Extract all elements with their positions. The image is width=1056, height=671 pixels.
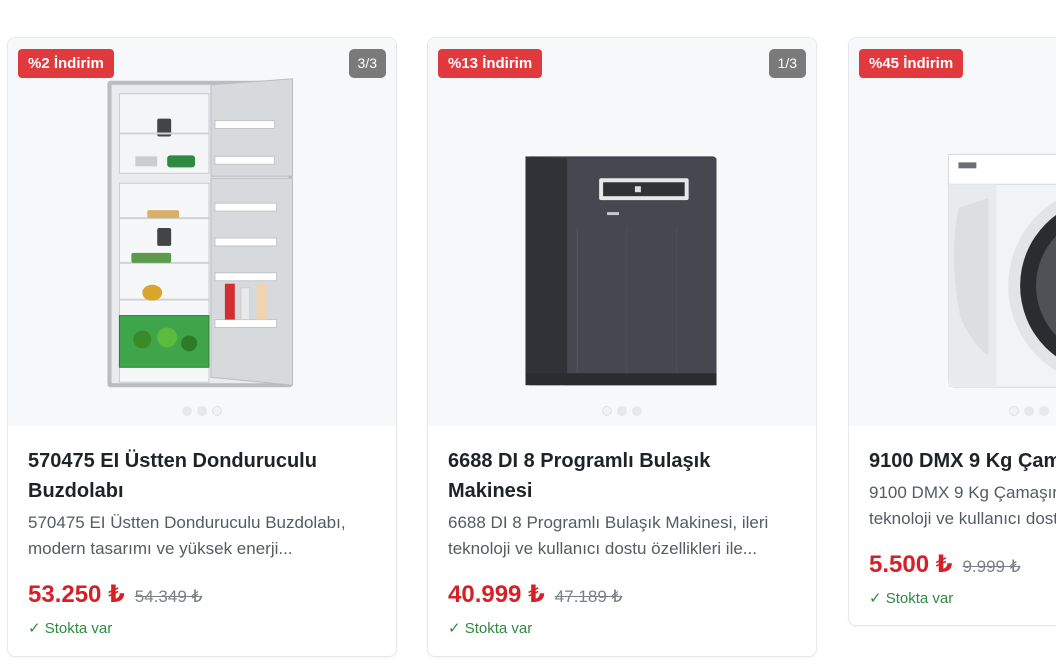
dishwasher-icon	[525, 156, 717, 386]
image-dots	[1009, 406, 1049, 416]
image-dot[interactable]	[632, 406, 642, 416]
stock-status: ✓ Stokta var	[28, 620, 113, 637]
image-dot[interactable]	[212, 406, 222, 416]
price-row: 40.999 ₺ 47.189 ₺	[448, 580, 798, 609]
product-card[interactable]: %13 İndirim 1/3 6688 DI 8 Programlı Bula…	[427, 37, 817, 657]
stock-status: ✓ Stokta var	[448, 620, 533, 637]
current-price: 5.500 ₺	[869, 551, 953, 578]
discount-badge: %45 İndirim	[859, 49, 964, 78]
product-card[interactable]: %45 İndirim 9100 DMX 9 Kg Çamaşır Makine…	[848, 37, 1056, 626]
current-price: 53.250 ₺	[28, 581, 125, 608]
image-dot[interactable]	[1009, 406, 1019, 416]
product-carousel: %2 İndirim 3/3 570475 EI Üstten Donduruc…	[0, 0, 1056, 671]
image-counter: 3/3	[348, 49, 386, 78]
current-price: 40.999 ₺	[448, 581, 545, 608]
image-dot[interactable]	[182, 406, 192, 416]
discount-badge: %2 İndirim	[18, 49, 114, 78]
price-row: 5.500 ₺ 9.999 ₺	[869, 550, 1056, 579]
image-dots	[182, 406, 222, 416]
product-card[interactable]: %2 İndirim 3/3 570475 EI Üstten Donduruc…	[7, 37, 397, 657]
product-title[interactable]: 9100 DMX 9 Kg Çamaşır Makinesi	[869, 446, 1056, 476]
product-description: 570475 EI Üstten Donduruculu Buzdolabı, …	[28, 513, 346, 558]
product-description: 9100 DMX 9 Kg Çamaşır Makinesi, ileri te…	[869, 483, 1056, 528]
stock-status: ✓ Stokta var	[869, 590, 954, 607]
image-dot[interactable]	[197, 406, 207, 416]
image-dot[interactable]	[617, 406, 627, 416]
price-row: 53.250 ₺ 54.349 ₺	[28, 580, 378, 609]
product-title[interactable]: 6688 DI 8 Programlı Bulaşık Makinesi	[448, 446, 798, 506]
product-image-area[interactable]: %2 İndirim 3/3	[8, 38, 396, 426]
product-info: 6688 DI 8 Programlı Bulaşık Makinesi 668…	[448, 446, 798, 637]
image-counter: 1/3	[768, 49, 806, 78]
washing-machine-icon	[947, 153, 1056, 388]
image-dot[interactable]	[602, 406, 612, 416]
discount-badge: %13 İndirim	[438, 49, 543, 78]
old-price: 54.349 ₺	[134, 587, 203, 606]
product-image-area[interactable]: %13 İndirim 1/3	[428, 38, 816, 426]
image-dot[interactable]	[1024, 406, 1034, 416]
product-title[interactable]: 570475 EI Üstten Donduruculu Buzdolabı	[28, 446, 378, 506]
image-dot[interactable]	[1039, 406, 1049, 416]
product-info: 9100 DMX 9 Kg Çamaşır Makinesi 9100 DMX …	[869, 446, 1056, 607]
image-dots	[602, 406, 642, 416]
refrigerator-icon	[107, 78, 294, 388]
product-info: 570475 EI Üstten Donduruculu Buzdolabı 5…	[28, 446, 378, 637]
old-price: 47.189 ₺	[554, 587, 623, 606]
old-price: 9.999 ₺	[962, 557, 1021, 576]
product-description: 6688 DI 8 Programlı Bulaşık Makinesi, il…	[448, 513, 769, 558]
product-image-area[interactable]: %45 İndirim	[849, 38, 1056, 426]
